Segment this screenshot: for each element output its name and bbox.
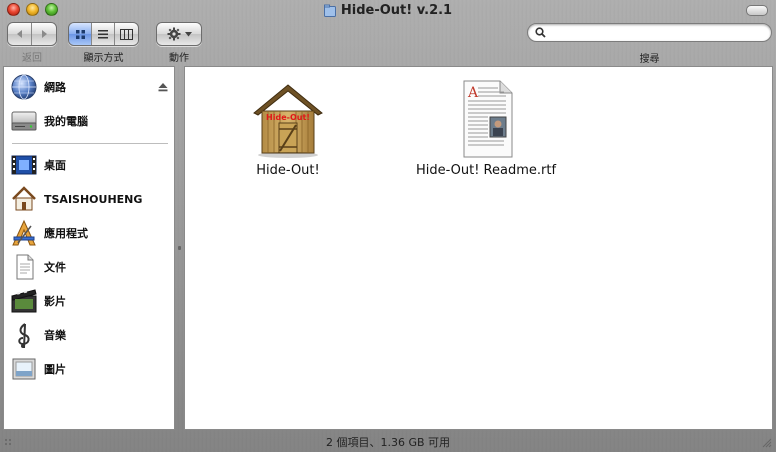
sidebar-item-label: 圖片 <box>44 363 66 376</box>
gear-icon <box>167 27 180 41</box>
desktop-icon <box>11 155 37 175</box>
window-controls <box>7 3 58 16</box>
list-view-icon <box>98 29 108 38</box>
sidebar-item-label: 影片 <box>44 295 66 308</box>
status-bar: 2 個項目、1.36 GB 可用 <box>0 432 776 452</box>
search-label: 搜尋 <box>639 54 660 65</box>
minimize-button[interactable] <box>26 3 39 16</box>
svg-text:A: A <box>467 85 479 101</box>
toolbar-toggle-button[interactable] <box>746 5 768 16</box>
sidebar-item-label: 應用程式 <box>44 227 88 240</box>
view-group: 顯示方式 <box>68 22 139 64</box>
sidebar-item-network[interactable]: 網路 <box>4 72 174 102</box>
file-browser-content: Hide-Out! Hide-Out! A Hide-Out! Readme.r… <box>184 66 773 430</box>
sidebar-item-movies[interactable]: 影片 <box>4 286 174 316</box>
file-item-readme-rtf[interactable]: A Hide-Out! Readme.rtf <box>411 79 561 178</box>
column-view-icon <box>120 28 133 40</box>
sidebar-divider <box>12 143 168 144</box>
sidebar-item-applications[interactable]: 應用程式 <box>4 218 174 248</box>
chevron-down-icon <box>184 31 192 36</box>
back-arrow-icon <box>16 30 22 38</box>
sidebar-item-pictures[interactable]: 圖片 <box>4 354 174 384</box>
network-globe-icon <box>11 74 37 100</box>
search-input[interactable] <box>550 25 771 40</box>
splitter-handle-icon <box>178 246 181 250</box>
nav-group: 返回 <box>7 22 57 64</box>
zoom-button[interactable] <box>45 3 58 16</box>
back-label: 返回 <box>22 53 42 64</box>
sidebar-resize-grip-icon[interactable] <box>4 438 16 446</box>
back-forward-control <box>7 22 57 46</box>
list-view-button[interactable] <box>92 23 115 45</box>
window-title: Hide-Out! v.2.1 <box>323 2 453 18</box>
pictures-icon <box>12 358 36 380</box>
column-view-button[interactable] <box>115 23 138 45</box>
action-label: 動作 <box>169 53 189 64</box>
sidebar: 網路 我的電腦 桌面 TSAISHOUHENG 應用程式 文件 影片 音樂 圖片 <box>3 66 175 430</box>
search-icon <box>535 27 546 38</box>
action-control <box>156 22 202 46</box>
sidebar-splitter[interactable] <box>176 66 184 430</box>
icon-view-button[interactable] <box>69 23 92 45</box>
search-group: 搜尋 <box>527 23 772 65</box>
icon-view-icon <box>75 29 85 39</box>
music-icon <box>18 323 30 349</box>
folder-proxy-icon[interactable] <box>323 4 336 17</box>
file-item-hideout-app[interactable]: Hide-Out! Hide-Out! <box>248 79 328 178</box>
home-icon <box>12 186 36 211</box>
hideout-badge: Hide-Out! <box>266 113 310 122</box>
action-group: 動作 <box>156 22 202 64</box>
view-mode-control <box>68 22 139 46</box>
sidebar-item-label: 網路 <box>44 81 66 94</box>
file-name: Hide-Out! Readme.rtf <box>415 163 557 178</box>
sidebar-item-home[interactable]: TSAISHOUHENG <box>4 184 174 214</box>
status-text: 2 個項目、1.36 GB 可用 <box>325 436 451 449</box>
hideout-shed-icon: Hide-Out! <box>253 84 323 158</box>
sidebar-item-music[interactable]: 音樂 <box>4 320 174 350</box>
hard-drive-icon <box>11 111 37 131</box>
view-label: 顯示方式 <box>83 53 124 64</box>
sidebar-item-label: TSAISHOUHENG <box>44 192 143 206</box>
forward-arrow-icon <box>42 30 47 38</box>
search-field[interactable] <box>527 23 772 42</box>
sidebar-item-desktop[interactable]: 桌面 <box>4 150 174 180</box>
movies-icon <box>11 289 37 313</box>
window-resize-grip-icon[interactable] <box>760 436 772 448</box>
action-menu-button[interactable] <box>157 23 201 45</box>
file-name: Hide-Out! <box>256 163 320 178</box>
eject-icon[interactable] <box>158 82 168 92</box>
title-bar[interactable]: Hide-Out! v.2.1 <box>0 0 776 20</box>
documents-icon <box>16 254 34 280</box>
applications-icon <box>12 219 36 246</box>
sidebar-item-label: 文件 <box>44 261 66 274</box>
back-button[interactable] <box>8 23 32 45</box>
sidebar-item-label: 桌面 <box>44 159 66 172</box>
sidebar-item-documents[interactable]: 文件 <box>4 252 174 282</box>
close-button[interactable] <box>7 3 20 16</box>
sidebar-item-label: 音樂 <box>44 329 66 342</box>
sidebar-item-computer[interactable]: 我的電腦 <box>4 106 174 136</box>
rtf-document-icon: A <box>463 80 513 158</box>
forward-button[interactable] <box>32 23 56 45</box>
finder-window: Hide-Out! v.2.1 返回 顯示方式 動作 搜尋 網路 我的電腦 桌面… <box>0 0 776 452</box>
window-title-text: Hide-Out! v.2.1 <box>340 2 453 18</box>
sidebar-item-label: 我的電腦 <box>44 115 88 128</box>
toolbar: 返回 顯示方式 動作 搜尋 <box>0 22 776 65</box>
